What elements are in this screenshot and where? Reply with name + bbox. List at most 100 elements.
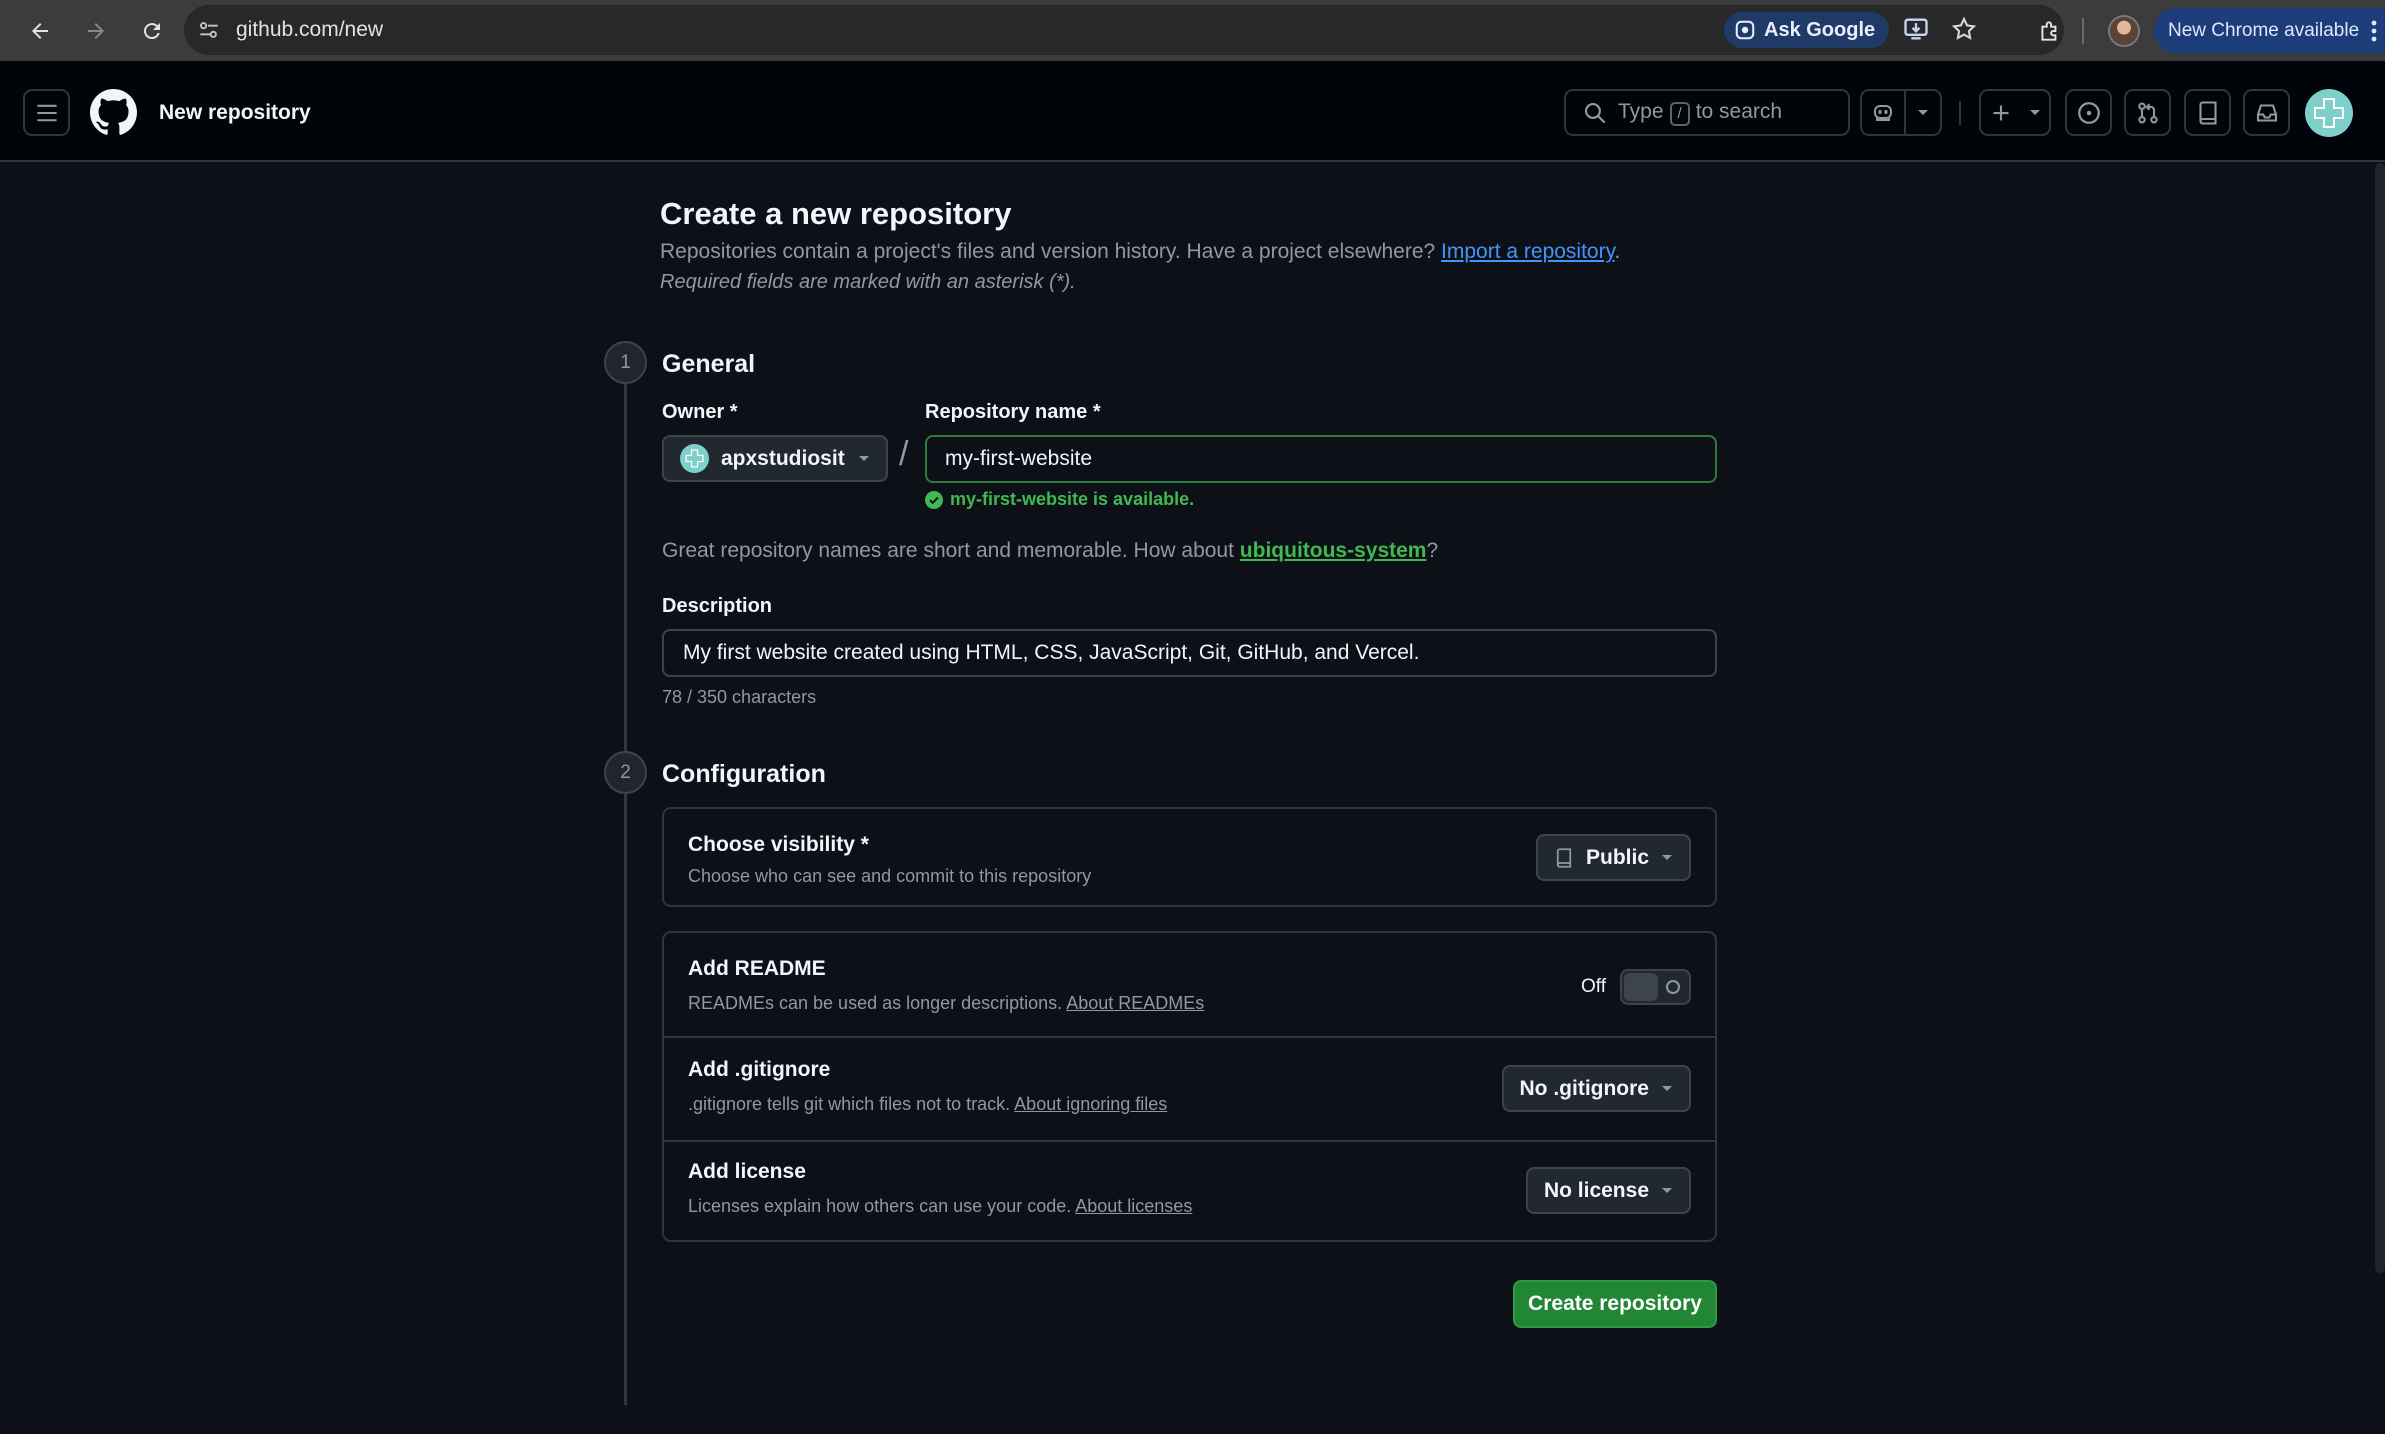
git-pull-request-icon bbox=[2137, 102, 2158, 123]
browser-actions bbox=[2024, 0, 2140, 61]
configuration-heading: Configuration bbox=[662, 760, 826, 788]
more-vert-icon[interactable] bbox=[2371, 20, 2377, 42]
user-avatar[interactable] bbox=[2305, 89, 2353, 137]
readme-desc-text: READMEs can be used as longer descriptio… bbox=[688, 993, 1063, 1013]
plus-icon bbox=[1981, 91, 2021, 134]
suggested-name-link[interactable]: ubiquitous-system bbox=[1240, 539, 1427, 562]
owner-avatar bbox=[680, 444, 709, 473]
gitignore-row: Add .gitignore .gitignore tells git whic… bbox=[664, 1038, 1715, 1140]
url-text[interactable]: github.com/new bbox=[236, 18, 383, 42]
back-icon[interactable] bbox=[14, 5, 66, 57]
create-new-button[interactable] bbox=[1979, 89, 2051, 136]
about-ignoring-files-link[interactable]: About ignoring files bbox=[1014, 1094, 1167, 1114]
header-page-title[interactable]: New repository bbox=[159, 101, 311, 125]
search-prefix: Type bbox=[1618, 99, 1664, 123]
readme-title: Add README bbox=[688, 957, 826, 980]
copilot-icon[interactable] bbox=[1862, 91, 1906, 134]
owner-value: apxstudiosit bbox=[721, 446, 845, 470]
search-shortcut-key: / bbox=[1669, 101, 1690, 126]
gitignore-select[interactable]: No .gitignore bbox=[1501, 1065, 1691, 1112]
forward-icon[interactable] bbox=[70, 5, 122, 57]
general-heading: General bbox=[662, 350, 756, 378]
license-row: Add license Licenses explain how others … bbox=[664, 1142, 1715, 1242]
license-select[interactable]: No license bbox=[1525, 1167, 1691, 1214]
repository-options-card: Add README READMEs can be used as longer… bbox=[662, 931, 1717, 1242]
reload-icon[interactable] bbox=[126, 5, 178, 57]
new-chrome-available-button[interactable]: New Chrome available bbox=[2154, 8, 2385, 53]
check-circle-icon bbox=[925, 490, 943, 509]
copilot-caret-icon[interactable] bbox=[1906, 91, 1940, 134]
browser-nav bbox=[14, 5, 178, 57]
extensions-icon[interactable] bbox=[2024, 5, 2076, 57]
visibility-desc: Choose who can see and commit to this re… bbox=[688, 866, 1092, 886]
pull-requests-button[interactable] bbox=[2124, 89, 2171, 136]
description-char-count: 78 / 350 characters bbox=[662, 687, 817, 707]
readme-toggle-wrap: Off bbox=[1581, 969, 1691, 1005]
available-text: my-first-website is available. bbox=[950, 489, 1195, 509]
step-2-indicator: 2 bbox=[604, 751, 647, 794]
gitignore-desc-text: .gitignore tells git which files not to … bbox=[688, 1094, 1011, 1114]
toggle-off-icon bbox=[1666, 980, 1680, 994]
ask-google-button[interactable]: Ask Google bbox=[1724, 12, 1890, 48]
suggestion-end: ? bbox=[1426, 539, 1439, 562]
create-caret-icon bbox=[2021, 91, 2049, 134]
hamburger-icon bbox=[36, 104, 57, 121]
install-app-icon[interactable] bbox=[1902, 15, 1930, 43]
inbox-icon bbox=[2256, 103, 2277, 122]
intro-end: . bbox=[1614, 240, 1621, 263]
required-fields-note: Required fields are marked with an aster… bbox=[660, 271, 1076, 293]
readme-desc: READMEs can be used as longer descriptio… bbox=[688, 993, 1204, 1014]
github-header: New repository Type / to search bbox=[0, 61, 2385, 162]
global-search-input[interactable]: Type / to search bbox=[1564, 89, 1850, 136]
readme-toggle[interactable] bbox=[1620, 969, 1691, 1005]
site-settings-icon[interactable] bbox=[196, 17, 222, 43]
chevron-down-icon bbox=[1661, 1187, 1673, 1195]
intro-text: Repositories contain a project's files a… bbox=[660, 240, 1620, 264]
bookmark-star-icon[interactable] bbox=[1950, 15, 1978, 43]
visibility-title: Choose visibility * bbox=[688, 833, 869, 856]
owner-select[interactable]: apxstudiosit bbox=[662, 435, 888, 482]
hamburger-menu-button[interactable] bbox=[23, 89, 70, 136]
repositories-button[interactable] bbox=[2184, 89, 2231, 136]
issue-opened-icon bbox=[2077, 101, 2100, 124]
toggle-knob bbox=[1624, 973, 1658, 1001]
new-chrome-label: New Chrome available bbox=[2168, 19, 2360, 41]
readme-toggle-label: Off bbox=[1581, 976, 1606, 997]
description-label: Description bbox=[662, 595, 773, 617]
name-suggestion: Great repository names are short and mem… bbox=[662, 539, 1438, 563]
page-scrollbar[interactable] bbox=[2375, 163, 2385, 1273]
owner-label: Owner * bbox=[662, 401, 738, 423]
license-title: Add license bbox=[688, 1160, 806, 1183]
about-readmes-link[interactable]: About READMEs bbox=[1066, 993, 1204, 1013]
browser-toolbar: github.com/new Ask Google New Chrome ava… bbox=[0, 0, 2385, 61]
issues-button[interactable] bbox=[2065, 89, 2112, 136]
visibility-select[interactable]: Public bbox=[1535, 834, 1691, 881]
search-icon bbox=[1584, 102, 1606, 123]
github-logo-icon[interactable] bbox=[90, 89, 137, 136]
ask-google-label: Ask Google bbox=[1764, 18, 1876, 41]
chevron-down-icon bbox=[1661, 1085, 1673, 1093]
inbox-button[interactable] bbox=[2243, 89, 2290, 136]
copilot-split-button bbox=[1860, 89, 1942, 136]
repo-icon bbox=[1556, 847, 1572, 868]
owner-repo-separator: / bbox=[899, 435, 909, 473]
repository-name-input[interactable] bbox=[925, 435, 1717, 483]
new-repository-form: Create a new repository Repositories con… bbox=[0, 163, 2385, 1434]
suggestion-text: Great repository names are short and mem… bbox=[662, 539, 1234, 562]
readme-row: Add README READMEs can be used as longer… bbox=[664, 933, 1715, 1036]
search-suffix: to search bbox=[1695, 99, 1783, 123]
import-repository-link[interactable]: Import a repository bbox=[1441, 240, 1615, 263]
steps-timeline bbox=[624, 355, 627, 1405]
chevron-down-icon bbox=[1661, 854, 1673, 862]
visibility-card: Choose visibility * Choose who can see a… bbox=[662, 807, 1717, 907]
description-input[interactable] bbox=[662, 629, 1717, 677]
name-available-message: my-first-website is available. bbox=[925, 489, 1194, 510]
about-licenses-link[interactable]: About licenses bbox=[1075, 1196, 1192, 1216]
chrome-profile-avatar[interactable] bbox=[2108, 14, 2140, 47]
gitignore-value: No .gitignore bbox=[1519, 1076, 1650, 1100]
search-placeholder: Type / to search bbox=[1618, 100, 1782, 126]
create-repository-button[interactable]: Create repository bbox=[1513, 1280, 1717, 1328]
gitignore-title: Add .gitignore bbox=[688, 1058, 831, 1081]
toolbar-divider bbox=[2082, 17, 2084, 44]
page-title: Create a new repository bbox=[660, 196, 1012, 231]
